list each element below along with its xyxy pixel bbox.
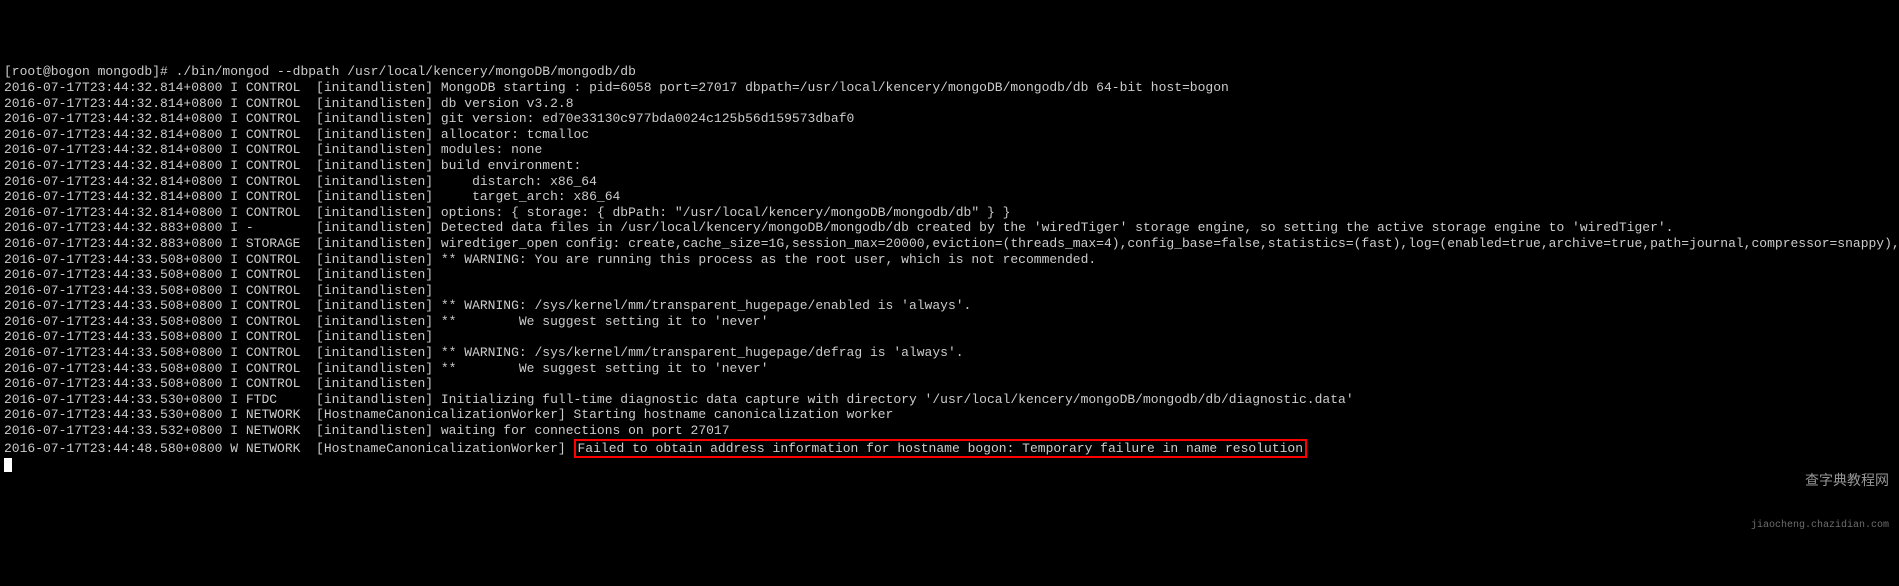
terminal-line: 2016-07-17T23:44:32.814+0800 I CONTROL [… — [4, 127, 1895, 143]
terminal-line: 2016-07-17T23:44:32.814+0800 I CONTROL [… — [4, 111, 1895, 127]
terminal-line: 2016-07-17T23:44:32.883+0800 I STORAGE [… — [4, 236, 1895, 252]
terminal-line: 2016-07-17T23:44:33.532+0800 I NETWORK [… — [4, 423, 1895, 439]
cursor-icon — [4, 458, 12, 472]
terminal-line: 2016-07-17T23:44:32.814+0800 I CONTROL [… — [4, 205, 1895, 221]
terminal-line: 2016-07-17T23:44:33.508+0800 I CONTROL [… — [4, 345, 1895, 361]
watermark-title: 查字典教程网 — [1751, 474, 1889, 491]
terminal-output[interactable]: [root@bogon mongodb]# ./bin/mongod --dbp… — [4, 64, 1895, 476]
terminal-line: 2016-07-17T23:44:33.530+0800 I NETWORK [… — [4, 407, 1895, 423]
terminal-line: 2016-07-17T23:44:32.883+0800 I - [initan… — [4, 220, 1895, 236]
terminal-line: 2016-07-17T23:44:33.508+0800 I CONTROL [… — [4, 314, 1895, 330]
terminal-line-highlighted: 2016-07-17T23:44:48.580+0800 W NETWORK [… — [4, 439, 1895, 459]
terminal-line: [root@bogon mongodb]# ./bin/mongod --dbp… — [4, 64, 1895, 80]
cursor-line — [4, 458, 1895, 477]
terminal-line: 2016-07-17T23:44:32.814+0800 I CONTROL [… — [4, 174, 1895, 190]
terminal-line: 2016-07-17T23:44:33.508+0800 I CONTROL [… — [4, 329, 1895, 345]
watermark: 查字典教程网 jiaocheng.chazidian.com — [1751, 445, 1889, 546]
terminal-line: 2016-07-17T23:44:33.508+0800 I CONTROL [… — [4, 298, 1895, 314]
terminal-line: 2016-07-17T23:44:32.814+0800 I CONTROL [… — [4, 96, 1895, 112]
error-highlight: Failed to obtain address information for… — [574, 439, 1308, 459]
terminal-line: 2016-07-17T23:44:33.508+0800 I CONTROL [… — [4, 283, 1895, 299]
terminal-line: 2016-07-17T23:44:33.508+0800 I CONTROL [… — [4, 361, 1895, 377]
terminal-line: 2016-07-17T23:44:33.530+0800 I FTDC [ini… — [4, 392, 1895, 408]
terminal-line: 2016-07-17T23:44:33.508+0800 I CONTROL [… — [4, 376, 1895, 392]
watermark-url: jiaocheng.chazidian.com — [1751, 520, 1889, 532]
terminal-line: 2016-07-17T23:44:32.814+0800 I CONTROL [… — [4, 142, 1895, 158]
terminal-line: 2016-07-17T23:44:33.508+0800 I CONTROL [… — [4, 252, 1895, 268]
terminal-line: 2016-07-17T23:44:32.814+0800 I CONTROL [… — [4, 158, 1895, 174]
terminal-line: 2016-07-17T23:44:32.814+0800 I CONTROL [… — [4, 80, 1895, 96]
terminal-line: 2016-07-17T23:44:33.508+0800 I CONTROL [… — [4, 267, 1895, 283]
terminal-line: 2016-07-17T23:44:32.814+0800 I CONTROL [… — [4, 189, 1895, 205]
